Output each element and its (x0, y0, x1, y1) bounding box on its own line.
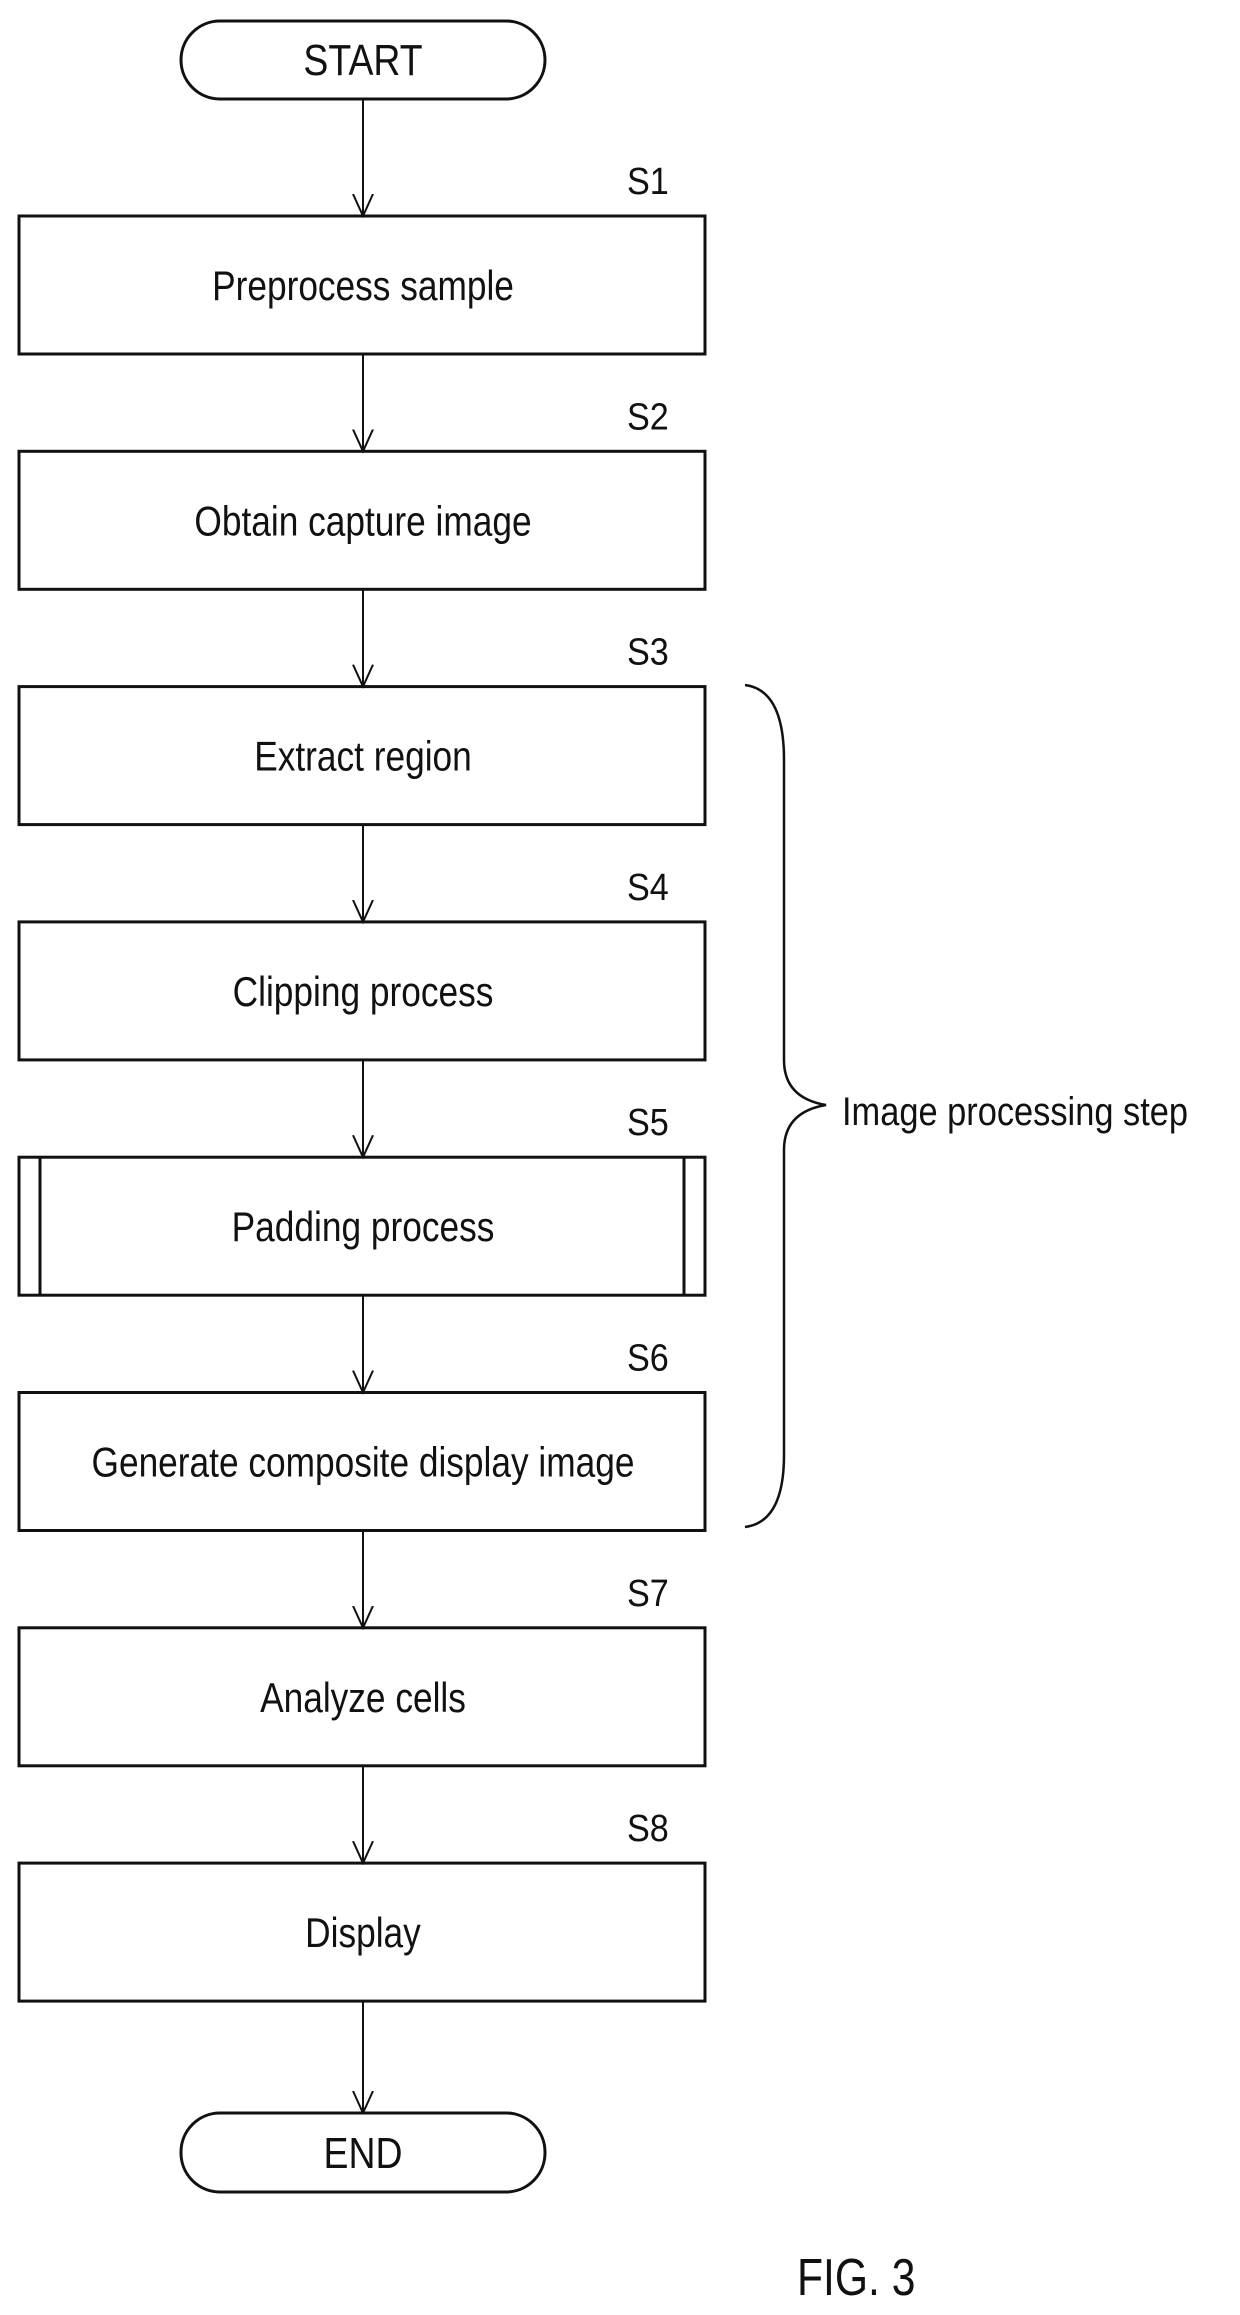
step-label: Obtain capture image (194, 498, 531, 545)
step-id: S1 (627, 159, 669, 202)
brace-icon (744, 683, 827, 1529)
step-label: Clipping process (233, 969, 494, 1016)
group-label: Image processing step (842, 1089, 1188, 1134)
step-id: S2 (627, 395, 669, 438)
flowchart: START Preprocess sample S1 Obtain capture … (17, 19, 1188, 2307)
step-id: S7 (627, 1571, 669, 1614)
step-id: S3 (627, 630, 669, 673)
image-processing-brace: Image processing step (744, 683, 1188, 1529)
start-label: START (303, 35, 422, 85)
step-label: Extract region (254, 734, 472, 781)
step-id: S8 (627, 1806, 669, 1849)
step-id: S6 (627, 1336, 669, 1379)
step-label: Padding process (232, 1204, 495, 1251)
step-id: S5 (627, 1101, 669, 1144)
end-terminal: END (179, 2111, 547, 2194)
end-label: END (324, 2128, 403, 2178)
step-label: Preprocess sample (212, 263, 514, 310)
step-label: Generate composite display image (92, 1440, 635, 1487)
step-label: Analyze cells (260, 1675, 466, 1722)
start-terminal: START (179, 19, 547, 101)
figure-label: FIG. 3 (797, 2249, 915, 2307)
step-id: S4 (627, 865, 669, 908)
step-label: Display (305, 1910, 421, 1957)
